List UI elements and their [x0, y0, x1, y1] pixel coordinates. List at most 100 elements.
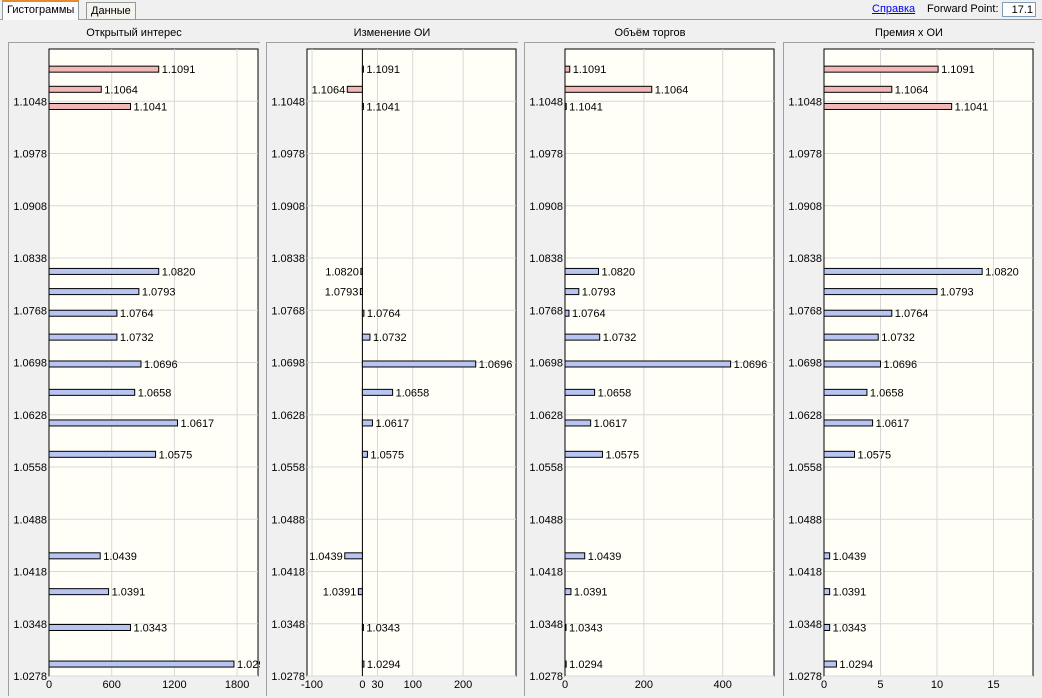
y-tick-label: 1.0978: [788, 149, 822, 161]
bar-value-label: 1.0732: [603, 332, 637, 344]
x-tick-label: -100: [301, 679, 323, 691]
call-bar: [823, 102, 953, 110]
put-bar: [823, 288, 938, 296]
bar-value-label: 1.1041: [569, 101, 603, 113]
bar-value-label: 1.1091: [366, 64, 400, 76]
y-tick-label: 1.0558: [529, 462, 563, 474]
bar-value-label: 1.0343: [569, 622, 603, 634]
call-bar: [361, 65, 364, 73]
call-bar: [564, 65, 571, 73]
bar-value-label: 1.0343: [134, 622, 168, 634]
help-link[interactable]: Справка: [872, 3, 915, 15]
x-tick-label: 30: [371, 679, 383, 691]
y-tick-label: 1.1048: [13, 96, 47, 108]
y-tick-label: 1.0278: [788, 671, 822, 683]
y-tick-label: 1.0418: [271, 567, 305, 579]
bar-value-label: 1.0294: [839, 659, 873, 671]
put-bar: [823, 267, 983, 275]
bar-value-label: 1.0439: [588, 551, 622, 563]
bar-value-label: 1.1091: [162, 64, 196, 76]
forward-point-input[interactable]: 17.1: [1002, 2, 1036, 17]
put-bar: [48, 333, 118, 341]
put-bar: [48, 388, 136, 396]
call-bar: [823, 85, 893, 93]
histogram-trade-volume: 1.0278 1.0348 1.0418 1.0488 1.0558 1.0628 1.06…: [529, 48, 775, 691]
y-tick-label: 1.0558: [788, 462, 822, 474]
put-bar: [361, 623, 364, 631]
bar-value-label: 1.0696: [144, 359, 178, 371]
bar-value-label: 1.0820: [602, 266, 636, 278]
put-bar: [361, 333, 371, 341]
y-tick-label: 1.0768: [788, 305, 822, 317]
bar-value-label: 1.0391: [833, 587, 867, 599]
put-bar: [564, 333, 601, 341]
put-bar: [48, 360, 142, 368]
bar-value-label: 1.0793: [582, 287, 616, 299]
y-tick-label: 1.0978: [271, 149, 305, 161]
tab-divider: [0, 19, 1042, 20]
put-bar: [564, 588, 572, 596]
y-tick-label: 1.0278: [13, 671, 47, 683]
call-bar: [564, 85, 653, 93]
x-tick-label: 400: [714, 679, 732, 691]
tab-histograms[interactable]: Гистограммы: [2, 0, 80, 20]
bar-value-label: 1.0764: [120, 308, 154, 320]
put-bar: [361, 450, 368, 458]
put-bar: [823, 552, 831, 560]
x-tick-label: 0: [821, 679, 827, 691]
bar-value-label: 1.0820: [162, 266, 196, 278]
y-tick-label: 1.0838: [271, 253, 305, 265]
put-bar: [564, 288, 580, 296]
bar-value-label: 1.0439: [833, 551, 867, 563]
y-tick-label: 1.0488: [529, 514, 563, 526]
y-tick-label: 1.0278: [529, 671, 563, 683]
bar-value-label: 1.0658: [870, 387, 904, 399]
y-tick-label: 1.0838: [788, 253, 822, 265]
y-tick-label: 1.0418: [529, 567, 563, 579]
y-tick-label: 1.0488: [788, 514, 822, 526]
put-bar: [48, 419, 179, 427]
call-bar: [48, 102, 132, 110]
bar-value-label: 1.0658: [396, 387, 430, 399]
y-tick-label: 1.0838: [13, 253, 47, 265]
put-bar: [564, 267, 600, 275]
x-tick-label: 0: [46, 679, 52, 691]
call-bar: [361, 102, 364, 110]
put-bar: [823, 360, 881, 368]
panel-open-interest: Открытый интерес 1.0278 1.0348 1.0418 1.048…: [8, 25, 260, 698]
call-bar: [48, 65, 160, 73]
panel-trade-volume: Объём торгов 1.0278 1.0348 1.0418 1.0488 1.0…: [524, 25, 776, 698]
y-tick-label: 1.0488: [271, 514, 305, 526]
y-tick-label: 1.0908: [271, 201, 305, 213]
bar-value-label: 1.0732: [373, 332, 407, 344]
x-tick-label: 5: [877, 679, 883, 691]
put-bar: [360, 267, 363, 275]
y-tick-label: 1.0698: [271, 358, 305, 370]
histogram-premium-oi: 1.0278 1.0348 1.0418 1.0488 1.0558 1.0628 1.06…: [788, 48, 1034, 691]
y-tick-label: 1.0348: [13, 619, 47, 631]
y-tick-label: 1.0348: [271, 619, 305, 631]
y-tick-label: 1.0698: [788, 358, 822, 370]
bar-value-label: 1.0575: [605, 449, 639, 461]
bar-value-label: 1.1064: [312, 84, 346, 96]
bar-value-label: 1.0617: [375, 418, 409, 430]
x-tick-label: 200: [454, 679, 472, 691]
y-tick-label: 1.0978: [13, 149, 47, 161]
bar-value-label: 1.0343: [833, 622, 867, 634]
bar-value-label: 1.0294: [237, 659, 260, 671]
y-tick-label: 1.1048: [529, 96, 563, 108]
bar-value-label: 1.0793: [940, 287, 974, 299]
histogram-open-interest: 1.0278 1.0348 1.0418 1.0488 1.0558 1.0628 1.06…: [13, 48, 260, 691]
put-bar: [344, 552, 363, 560]
y-tick-label: 1.0628: [788, 410, 822, 422]
put-bar: [823, 309, 893, 317]
put-bar: [823, 388, 868, 396]
put-bar: [361, 660, 365, 668]
put-bar: [823, 419, 874, 427]
put-bar: [823, 660, 837, 668]
tab-data[interactable]: Данные: [86, 2, 136, 19]
bar-value-label: 1.1091: [941, 64, 975, 76]
y-tick-label: 1.0418: [788, 567, 822, 579]
put-bar: [564, 660, 567, 668]
call-bar: [346, 85, 363, 93]
